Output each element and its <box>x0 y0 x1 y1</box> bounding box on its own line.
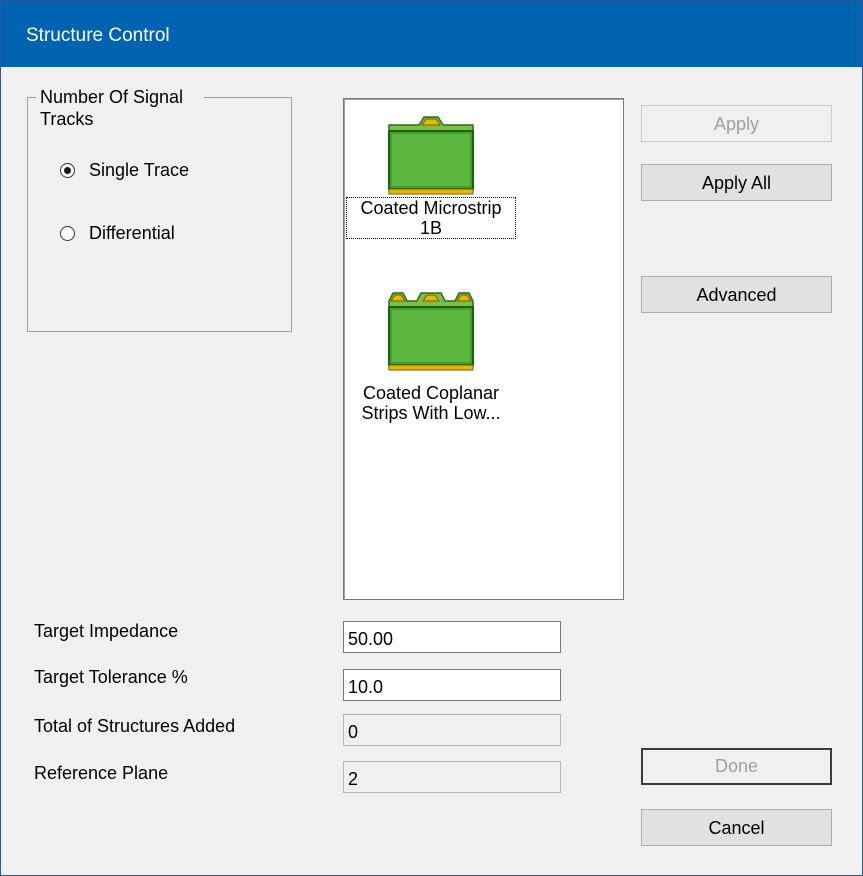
signal-tracks-group: Number Of Signal Tracks Single Trace Dif… <box>27 86 292 332</box>
window-title: Structure Control <box>26 25 170 46</box>
cancel-button[interactable]: Cancel <box>641 809 832 846</box>
structure-control-dialog: Structure Control Number Of Signal Track… <box>0 0 863 876</box>
target-impedance-label: Target Impedance <box>34 621 179 641</box>
target-tolerance-label: Target Tolerance % <box>34 667 188 687</box>
structure-caption: Coated Microstrip 1B <box>346 197 516 239</box>
structure-item-coated-microstrip[interactable]: Coated Microstrip 1B <box>346 111 516 239</box>
title-bar[interactable]: Structure Control <box>1 1 862 67</box>
structure-caption: Coated Coplanar Strips With Low... <box>361 383 501 423</box>
structure-list[interactable]: Coated Microstrip 1B Coated Coplanar Str… <box>343 98 624 600</box>
apply-button[interactable]: Apply <box>641 105 832 142</box>
differential-label: Differential <box>89 223 175 243</box>
total-structures-label: Total of Structures Added <box>34 716 236 736</box>
differential-radio[interactable]: Differential <box>60 223 175 244</box>
single-trace-label: Single Trace <box>89 160 190 180</box>
total-structures-field: 0 <box>343 714 561 746</box>
coated-microstrip-icon <box>388 116 474 195</box>
signal-tracks-legend: Number Of Signal Tracks <box>36 86 204 130</box>
apply-all-button[interactable]: Apply All <box>641 164 832 201</box>
reference-plane-label: Reference Plane <box>34 763 169 783</box>
done-button[interactable]: Done <box>641 748 832 785</box>
radio-unchecked-icon <box>60 226 75 241</box>
radio-checked-icon <box>60 163 75 178</box>
coated-coplanar-strips-icon <box>388 292 474 371</box>
target-tolerance-input[interactable]: 10.0 <box>343 669 561 701</box>
reference-plane-field: 2 <box>343 761 561 793</box>
structure-item-coated-coplanar[interactable]: Coated Coplanar Strips With Low... <box>346 287 516 424</box>
target-impedance-input[interactable]: 50.00 <box>343 621 561 653</box>
single-trace-radio[interactable]: Single Trace <box>60 160 189 181</box>
advanced-button[interactable]: Advanced <box>641 276 832 313</box>
